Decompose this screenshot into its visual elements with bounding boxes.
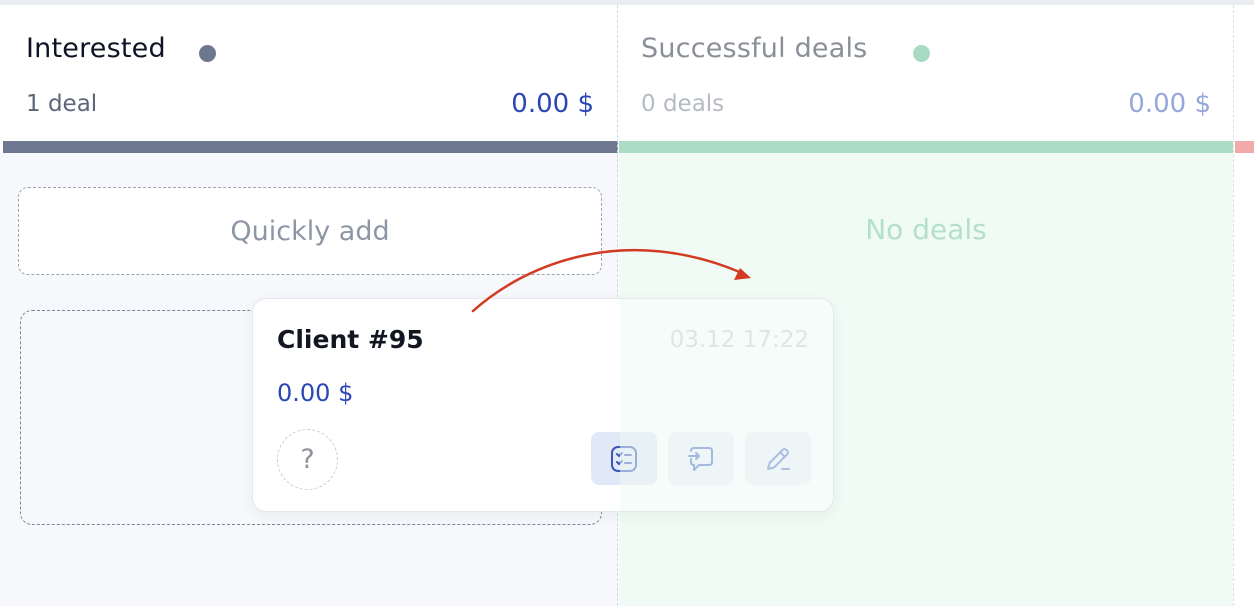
column-title: Interested	[26, 33, 166, 64]
deal-card[interactable]: Client #95 03.12 17:22 0.00 $ ?	[252, 298, 834, 512]
column-successful-header: Successful deals 0 deals 0.00 $	[619, 5, 1233, 142]
status-dot	[913, 45, 930, 62]
edit-button[interactable]	[745, 432, 811, 485]
status-dot	[199, 45, 216, 62]
column-amount: 0.00 $	[511, 89, 594, 119]
deal-amount: 0.00 $	[277, 379, 354, 407]
column-color-bar	[619, 141, 1233, 153]
deal-count: 0 deals	[641, 91, 725, 117]
column-color-bar	[3, 141, 618, 153]
message-button[interactable]	[668, 432, 734, 485]
column-amount: 0.00 $	[1128, 89, 1211, 119]
checklist-icon	[611, 445, 637, 472]
empty-column-message: No deals	[865, 213, 987, 246]
tasks-button[interactable]	[591, 432, 657, 485]
column-interested-header: Interested 1 deal 0.00 $	[0, 5, 618, 142]
message-icon	[688, 446, 713, 471]
column-title: Successful deals	[641, 33, 868, 64]
deal-count: 1 deal	[26, 91, 98, 117]
next-column-color-bar	[1235, 141, 1254, 153]
edit-icon	[767, 447, 790, 470]
quick-add-button[interactable]: Quickly add	[18, 187, 602, 275]
deal-name[interactable]: Client #95	[277, 325, 424, 354]
column-divider	[1233, 5, 1234, 606]
avatar-placeholder: ?	[300, 444, 315, 475]
deal-timestamp: 03.12 17:22	[669, 327, 809, 353]
avatar[interactable]: ?	[277, 429, 338, 490]
